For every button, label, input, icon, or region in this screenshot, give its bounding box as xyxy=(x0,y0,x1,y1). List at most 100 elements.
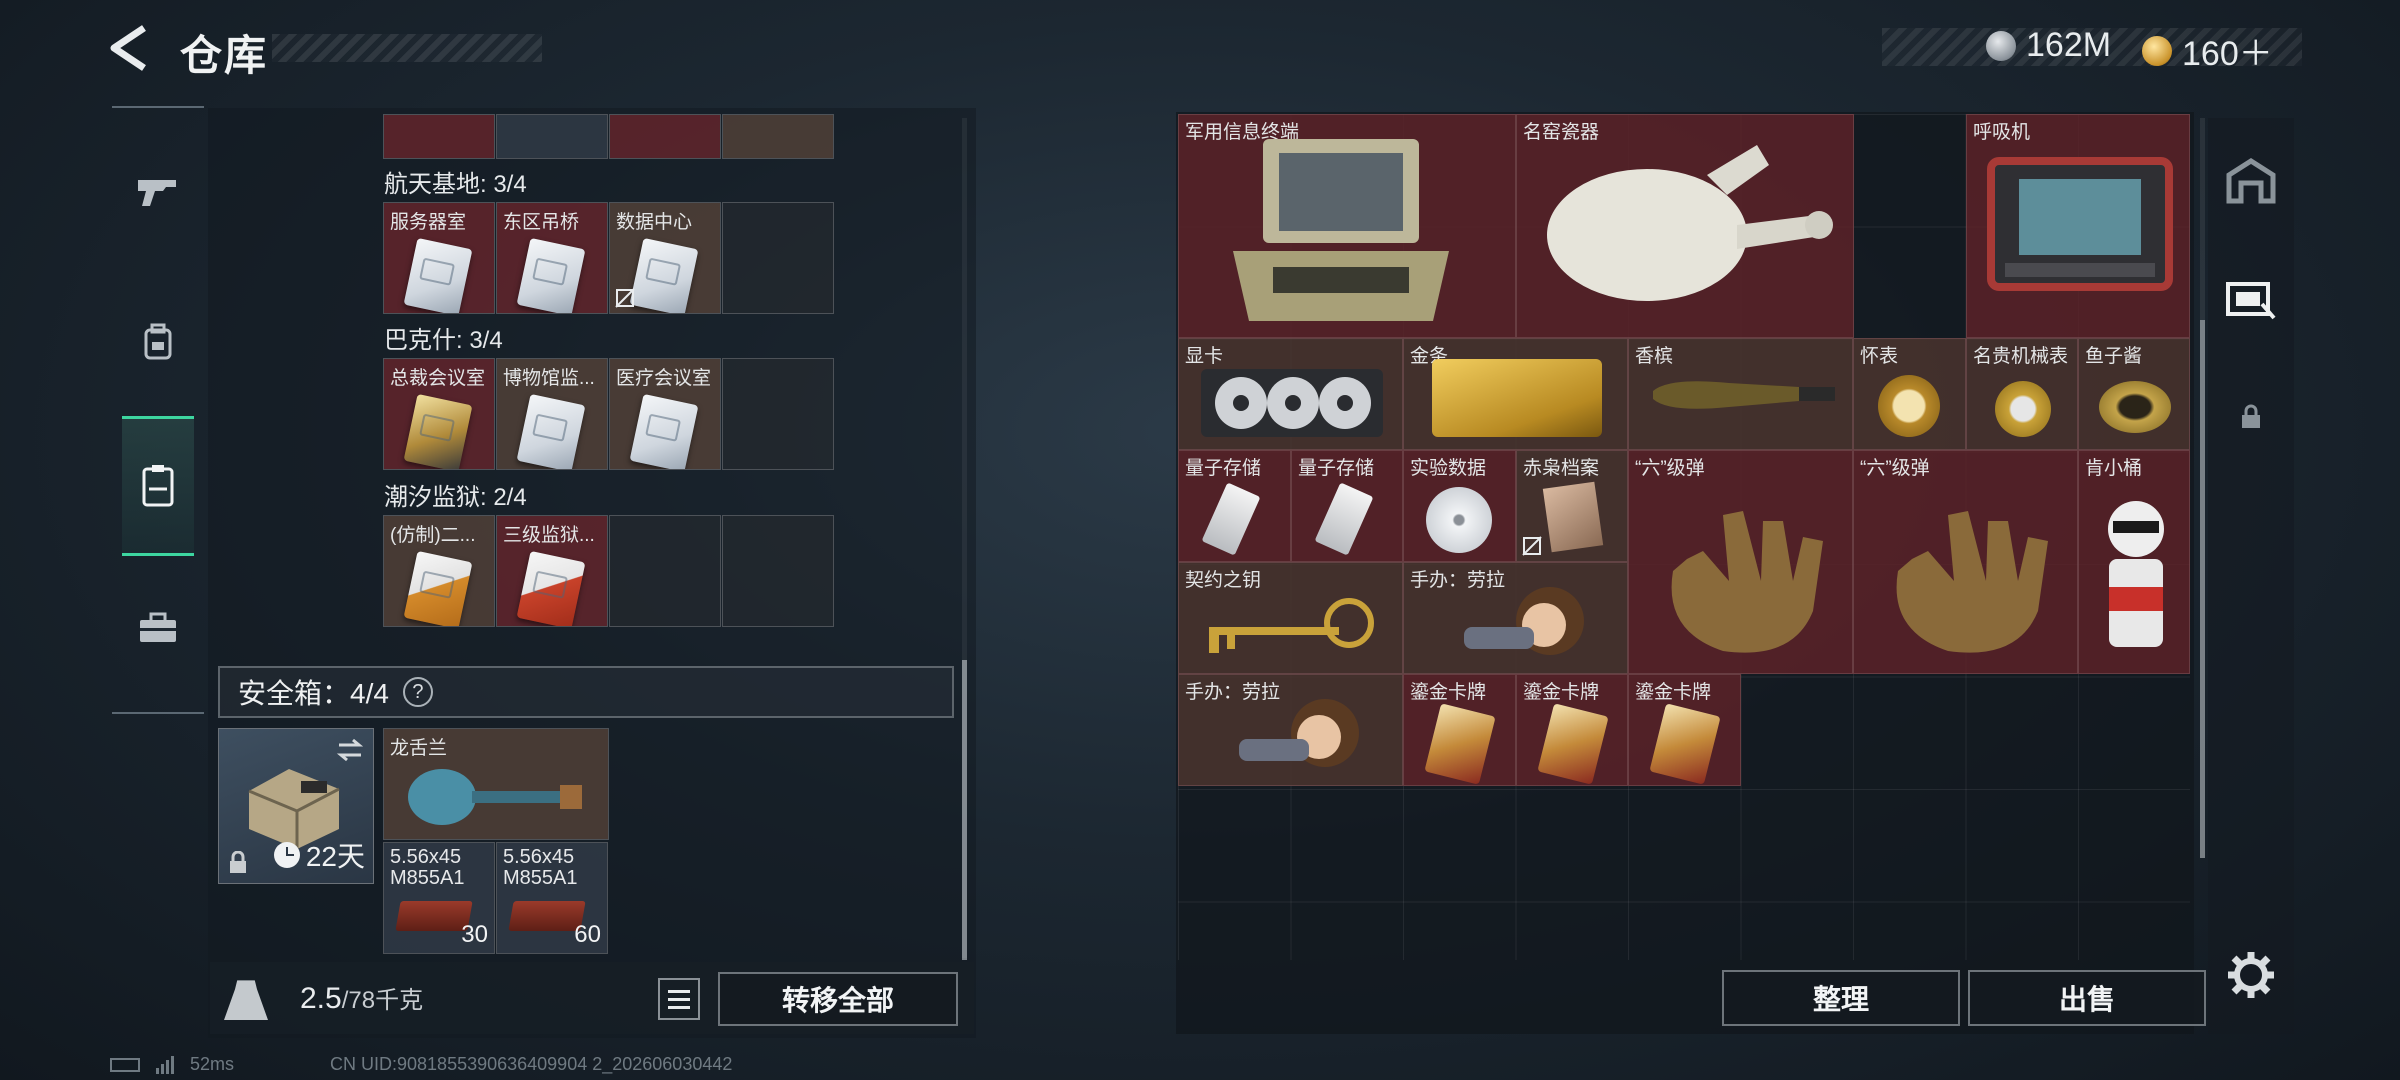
category-gear[interactable] xyxy=(122,298,194,386)
stash-item[interactable]: 量子存储 xyxy=(1291,450,1403,562)
silver-amount: 162M xyxy=(2026,26,2112,64)
stash-item[interactable]: 军用信息终端 xyxy=(1178,114,1516,338)
stash-tabs-sidebar xyxy=(2208,118,2294,1034)
item-name: 5.56x45 M855A1 xyxy=(390,846,465,889)
item-name: 鎏金卡牌 xyxy=(1410,682,1487,703)
backpack-icon xyxy=(144,323,172,360)
keycard-slot-empty[interactable] xyxy=(722,202,834,314)
keycard-image xyxy=(403,237,473,313)
stash-item[interactable]: 赤枭档案 xyxy=(1516,450,1628,562)
stash-tab-collection[interactable] xyxy=(2220,268,2282,330)
warehouse-icon xyxy=(2226,158,2276,204)
keycard-name: 医疗会议室 xyxy=(616,368,712,389)
safe-box-case[interactable]: 22天 xyxy=(218,728,374,884)
clock-icon xyxy=(273,842,300,868)
champagne-image xyxy=(1653,381,1835,409)
lock-icon xyxy=(2242,404,2260,428)
stash-item[interactable]: 怀表 xyxy=(1853,338,1966,450)
stash-item[interactable]: 香槟 xyxy=(1628,338,1853,450)
collection-icon xyxy=(2226,282,2276,320)
swap-icon[interactable] xyxy=(335,737,365,763)
page-title: 仓库 xyxy=(180,32,269,79)
item-name: 呼吸机 xyxy=(1973,122,2031,143)
stash-item[interactable]: 名窑瓷器 xyxy=(1516,114,1854,338)
help-button[interactable]: ? xyxy=(402,677,433,707)
gold-currency[interactable]: 160＋ xyxy=(2142,26,2273,75)
stash-item[interactable]: 鎏金卡牌 xyxy=(1403,674,1516,786)
stash-tab-locked[interactable] xyxy=(2220,386,2282,448)
left-scrollbar-thumb[interactable] xyxy=(962,660,967,960)
item-name: 名贵机械表 xyxy=(1973,346,2069,367)
stash-item[interactable]: 手办：劳拉 xyxy=(1178,674,1403,786)
stash-item[interactable]: 量子存储 xyxy=(1178,450,1291,562)
gun-icon xyxy=(138,180,176,206)
stash-item[interactable]: 契约之钥 xyxy=(1178,562,1403,674)
stash-item[interactable]: 鎏金卡牌 xyxy=(1516,674,1628,786)
keycard-slot[interactable]: 东区吊桥 xyxy=(496,202,608,314)
stash-item[interactable]: 金条 xyxy=(1403,338,1628,450)
safe-timer: 22天 xyxy=(273,835,365,875)
item-name: 龙舌兰 xyxy=(390,738,448,759)
category-tools[interactable] xyxy=(122,584,194,672)
category-weapons[interactable] xyxy=(122,148,194,236)
keycard-slot[interactable]: 医疗会议室 xyxy=(609,358,721,470)
toolbox-icon xyxy=(140,612,176,642)
keycard-slot-partial[interactable] xyxy=(609,114,721,159)
silver-currency: 162M xyxy=(1986,26,2111,65)
graphics-card-image xyxy=(1201,369,1383,437)
bullet-hand-sculpture-image xyxy=(1896,511,2048,653)
list-icon xyxy=(668,989,690,993)
keycard-slot-empty[interactable] xyxy=(609,515,721,627)
no-trade-icon xyxy=(1522,536,1542,556)
organize-button[interactable]: 整理 xyxy=(1722,970,1960,1026)
list-view-button[interactable] xyxy=(658,978,700,1020)
gold-bar-image xyxy=(1432,359,1602,437)
stash-item[interactable]: 显卡 xyxy=(1178,338,1403,450)
item-count: 60 xyxy=(574,921,601,948)
stash-item[interactable]: “六”级弹 xyxy=(1853,450,2078,674)
back-button[interactable] xyxy=(108,24,152,72)
keycard-group-label: 航天基地: 3/4 xyxy=(384,171,527,198)
keycard-slot[interactable]: 博物馆监... xyxy=(496,358,608,470)
keycard-slot-partial[interactable] xyxy=(496,114,608,159)
settings-button[interactable] xyxy=(2226,950,2276,1000)
keycard-slot[interactable]: 三级监狱... xyxy=(496,515,608,627)
category-keycards[interactable] xyxy=(122,416,194,556)
keycard-name: 数据中心 xyxy=(616,212,693,233)
tequila-bottle-image xyxy=(408,769,582,825)
keycard-name: 博物馆监... xyxy=(503,368,595,389)
safe-item[interactable]: 5.56x45 M855A1 30 xyxy=(383,842,495,954)
keycard-slot[interactable]: 总裁会议室 xyxy=(383,358,495,470)
stash-item[interactable]: 名贵机械表 xyxy=(1966,338,2078,450)
sell-button[interactable]: 出售 xyxy=(1968,970,2206,1026)
item-name: 5.56x45 M855A1 xyxy=(503,846,578,889)
transfer-all-button[interactable]: 转移全部 xyxy=(718,972,958,1026)
item-name: “六”级弹 xyxy=(1635,458,1705,479)
keycard-slot[interactable]: 服务器室 xyxy=(383,202,495,314)
keycard-slot-partial[interactable] xyxy=(722,114,834,159)
safe-item[interactable]: 龙舌兰 xyxy=(383,728,609,840)
stash-item[interactable]: 实验数据 xyxy=(1403,450,1516,562)
lara-figure-image xyxy=(1239,699,1359,767)
keycard-image xyxy=(629,393,699,469)
usb-drive-image xyxy=(1201,482,1261,556)
keycard-slot[interactable]: 数据中心 xyxy=(609,202,721,314)
stash-tab-home[interactable] xyxy=(2220,150,2282,212)
stash-item[interactable]: 手办：劳拉 xyxy=(1403,562,1628,674)
right-scrollbar-thumb[interactable] xyxy=(2200,320,2205,858)
keycard-name: 东区吊桥 xyxy=(503,212,580,233)
safe-box-title: 安全箱：4/4 xyxy=(238,678,389,709)
lara-figure-image xyxy=(1464,587,1584,655)
stash-item[interactable]: 鎏金卡牌 xyxy=(1628,674,1741,786)
stash-item[interactable]: “六”级弹 xyxy=(1628,450,1853,674)
keycard-image xyxy=(629,237,699,313)
keycard-slot-empty[interactable] xyxy=(722,515,834,627)
category-sidebar xyxy=(112,106,204,714)
keycard-slot-partial[interactable] xyxy=(383,114,495,159)
safe-item[interactable]: 5.56x45 M855A1 60 xyxy=(496,842,608,954)
keycard-slot[interactable]: (仿制)二... xyxy=(383,515,495,627)
keycard-slot-empty[interactable] xyxy=(722,358,834,470)
stash-item[interactable]: 肯小桶 xyxy=(2078,450,2190,674)
stash-item[interactable]: 鱼子酱 xyxy=(2078,338,2190,450)
stash-item[interactable]: 呼吸机 xyxy=(1966,114,2190,338)
